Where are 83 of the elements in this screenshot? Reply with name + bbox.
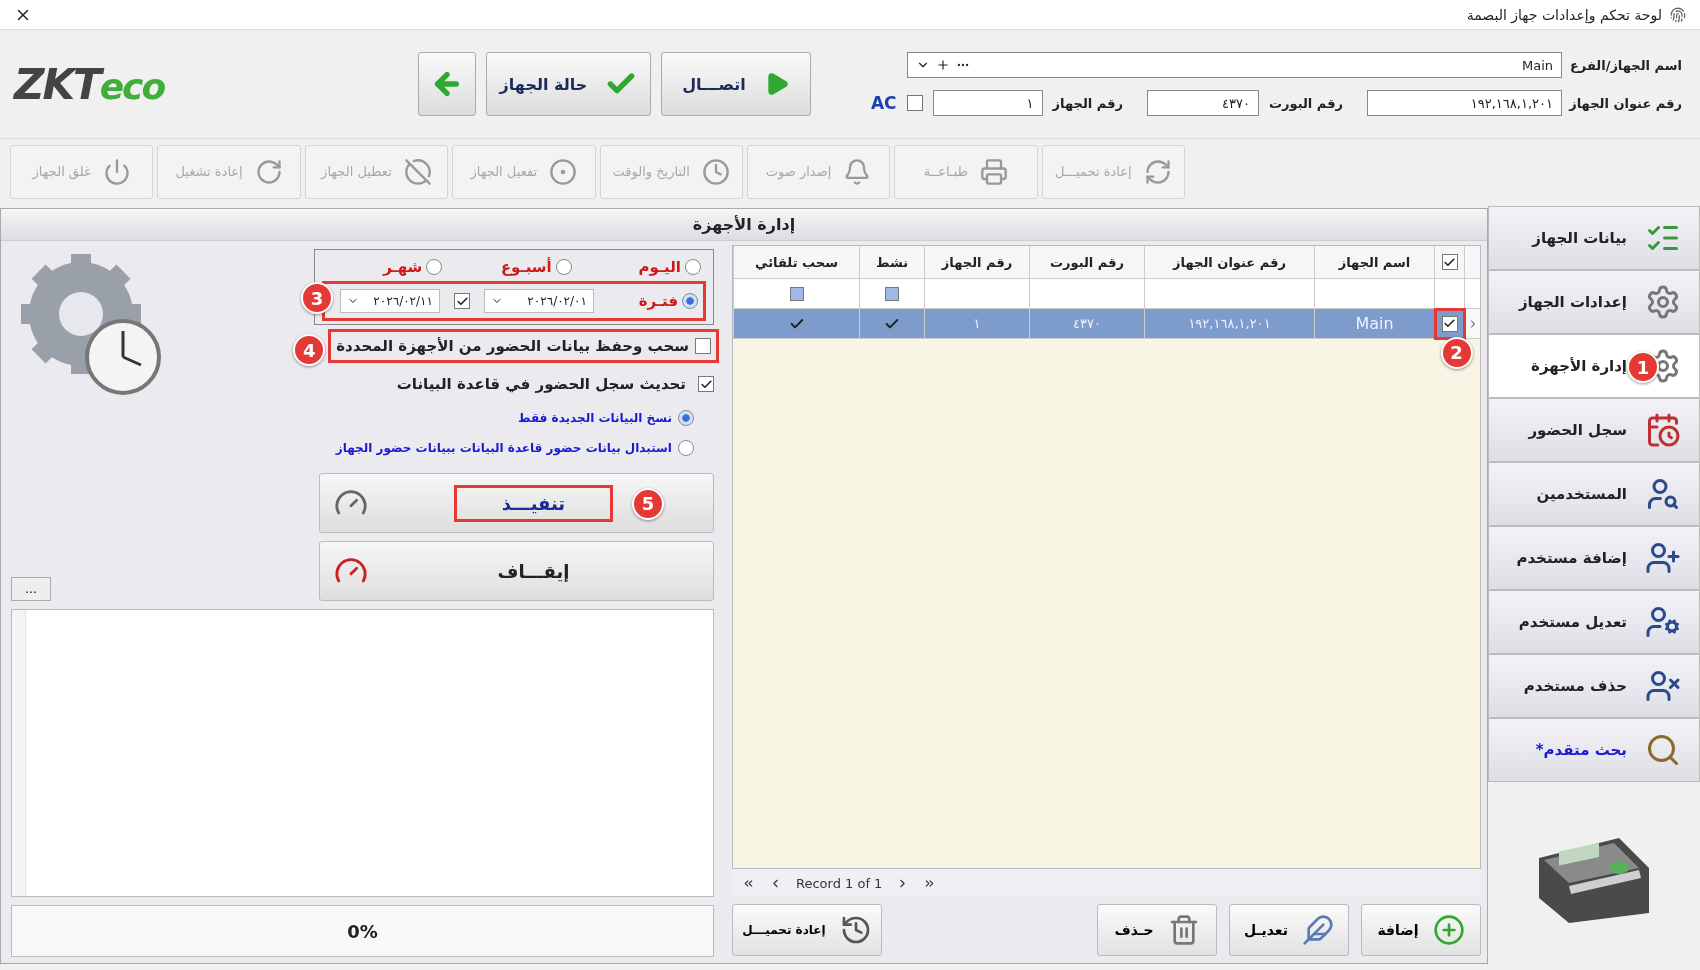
option-checkbox[interactable] xyxy=(698,376,714,392)
option-label: سحب وحفظ بيانات الحضور من الأجهزة المحددة xyxy=(336,337,689,355)
back-button[interactable] xyxy=(417,52,476,116)
window-title: لوحة تحكم وإعدادات جهاز البصمة xyxy=(1466,6,1662,23)
user-search-icon xyxy=(1645,476,1681,512)
user-remove-icon xyxy=(1645,668,1681,704)
feather-icon xyxy=(1301,914,1334,946)
field-label: اسم الجهاز/الفرع xyxy=(1572,57,1682,73)
fingerprint-icon xyxy=(1670,6,1686,23)
rotate-icon xyxy=(254,157,283,186)
refresh-icon xyxy=(1143,157,1172,186)
field-label: رقم البورت xyxy=(1268,95,1343,111)
sidebar-item[interactable]: بحث متقدم* xyxy=(1488,718,1700,782)
branch-combo[interactable]: Main xyxy=(907,52,1562,78)
annotation-badge: 4 xyxy=(293,334,326,366)
port-field[interactable]: ٤٣٧٠ xyxy=(1146,90,1259,116)
annotation-badge: 2 xyxy=(1440,336,1473,369)
sidebar-item[interactable]: بيانات الجهاز xyxy=(1488,206,1700,270)
table-cell: ٤٣٧٠ xyxy=(1029,309,1144,338)
more-button[interactable]: ... xyxy=(11,577,51,601)
connect-button[interactable]: اتصـــال xyxy=(660,52,811,116)
column-header[interactable]: رقم الجهاز xyxy=(924,246,1029,278)
sidebar-item[interactable]: إضافة مستخدم xyxy=(1488,526,1700,590)
period-radio[interactable]: شهـر xyxy=(327,258,443,276)
ac-checkbox[interactable] xyxy=(906,95,923,111)
device-status-button[interactable]: حالة الجهاز xyxy=(485,52,651,116)
plus-icon[interactable] xyxy=(936,58,950,72)
column-header[interactable]: رقم البورت xyxy=(1029,246,1144,278)
sidebar-item[interactable]: إعدادات الجهاز xyxy=(1488,270,1700,334)
annotation-badge: 3 xyxy=(301,282,333,314)
progress-label: 0% xyxy=(347,920,378,942)
panel-title: إدارة الأجهزة xyxy=(1,209,1487,241)
select-all-checkbox[interactable] xyxy=(1441,254,1458,270)
dot-circle-icon xyxy=(549,157,578,186)
user-gear-icon xyxy=(1645,604,1681,640)
edit-button[interactable]: تعديـل xyxy=(1229,904,1349,956)
option-label: تحديث سجل الحضور في قاعدة البيانات xyxy=(396,375,686,393)
annotation-badge: 1 xyxy=(1627,351,1659,383)
power-icon xyxy=(102,157,131,186)
column-header[interactable]: نشط xyxy=(859,246,924,278)
user-add-icon xyxy=(1645,540,1681,576)
sidebar-item[interactable]: تعديل مستخدم xyxy=(1488,590,1700,654)
column-header[interactable]: اسم الجهاز xyxy=(1314,246,1434,278)
mode-radio[interactable] xyxy=(678,440,694,456)
ac-label: AC xyxy=(870,93,897,113)
device-number-field[interactable]: ١ xyxy=(932,90,1043,116)
annotation-badge: 5 xyxy=(632,487,665,520)
mode-label: نسخ البيانات الجديدة فقط xyxy=(518,411,672,425)
table-cell: ١ xyxy=(924,309,1029,338)
logo: ZKTeco xyxy=(14,59,165,109)
date-from-field[interactable]: ٢٠٢٦/٠٢/٠١ xyxy=(484,289,594,313)
reload-button[interactable]: إعادة تحميـــل xyxy=(732,904,882,956)
ip-field[interactable]: ١٩٢,١٦٨,١,٢٠١ xyxy=(1367,90,1562,116)
filter-checkbox[interactable] xyxy=(789,286,804,301)
mode-radio[interactable] xyxy=(678,410,694,426)
record-counter: Record 1 of 1 xyxy=(796,875,883,891)
date-to-checkbox[interactable] xyxy=(454,293,470,309)
delete-button[interactable]: حـذف xyxy=(1097,904,1217,956)
gear-icon xyxy=(1645,284,1681,320)
column-header[interactable]: سحب تلقائي xyxy=(733,246,859,278)
period-radio[interactable]: فتـرة xyxy=(608,292,698,310)
date-to-field[interactable]: ٢٠٢٦/٠٢/١١ xyxy=(340,289,440,313)
period-radio[interactable]: اليـوم xyxy=(585,258,701,276)
table-cell: Main xyxy=(1314,309,1434,338)
sidebar-item[interactable]: المستخدمين xyxy=(1488,462,1700,526)
crossed-circle-icon xyxy=(403,157,432,186)
stop-button[interactable]: إيقـــاف xyxy=(319,541,714,601)
printer-icon xyxy=(980,157,1009,186)
clock-icon xyxy=(701,157,730,186)
filter-checkbox[interactable] xyxy=(885,286,899,301)
sidebar-item[interactable]: سجل الحضور xyxy=(1488,398,1700,462)
table-cell: ١٩٢,١٦٨,١,٢٠١ xyxy=(1144,309,1314,338)
add-button[interactable]: إضافة xyxy=(1361,904,1481,956)
search-icon xyxy=(1645,732,1681,768)
plus-circle-icon xyxy=(1432,914,1465,946)
period-radio[interactable]: أسبـوع xyxy=(456,258,572,276)
sidebar-item[interactable]: حذف مستخدم xyxy=(1488,654,1700,718)
column-header[interactable]: رقم عنوان الجهاز xyxy=(1144,246,1314,278)
field-label: رقم الجهاز xyxy=(1052,95,1123,111)
calendar-clock-icon xyxy=(1645,412,1681,448)
mode-label: استبدال بيانات حضور قاعدة البيانات ببيانات حضور الجهاز xyxy=(335,441,672,455)
bell-icon xyxy=(843,157,872,186)
option-checkbox[interactable] xyxy=(695,338,711,354)
